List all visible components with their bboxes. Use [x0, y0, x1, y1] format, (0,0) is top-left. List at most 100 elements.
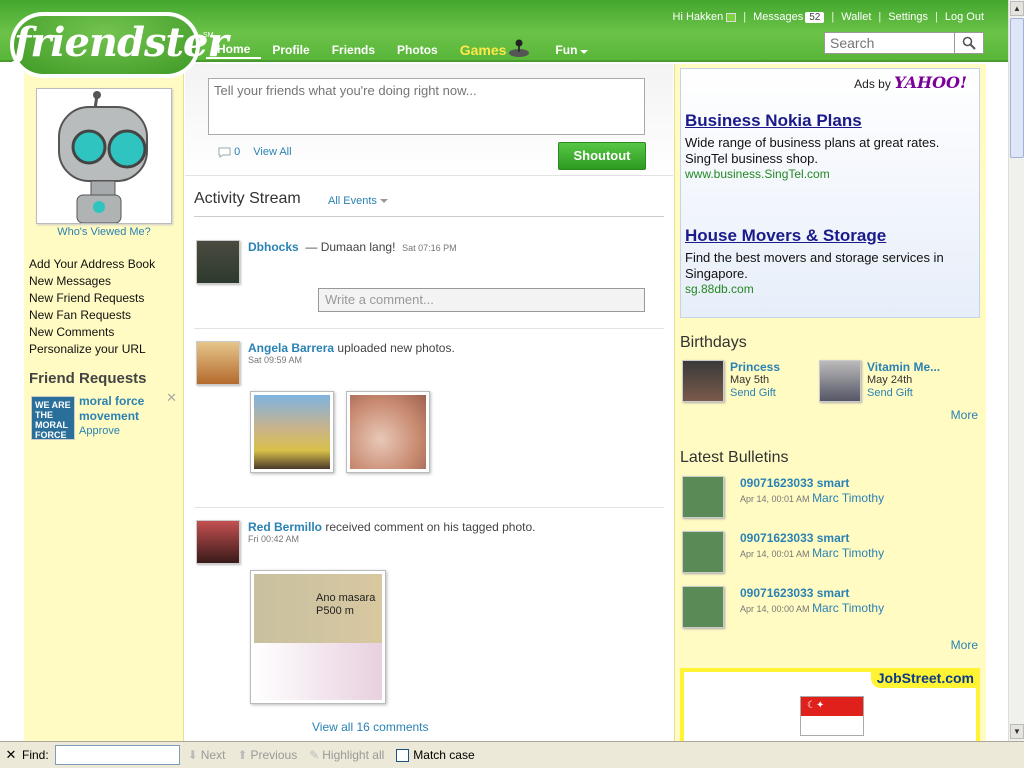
bulletin-author-link[interactable]: Marc Timothy — [812, 546, 884, 560]
bulletin-avatar[interactable] — [682, 531, 724, 573]
approve-link[interactable]: Approve — [79, 425, 120, 437]
arrow-up-icon: ⬆ — [237, 748, 248, 762]
search-input[interactable] — [824, 32, 955, 54]
ad-title[interactable]: Business Nokia Plans — [685, 111, 977, 131]
requester-avatar[interactable]: WE ARE THE MORAL FORCE — [31, 396, 75, 440]
user-thumbnail[interactable] — [196, 240, 240, 284]
messages-link[interactable]: Messages 52 — [753, 11, 825, 23]
search-button[interactable] — [955, 32, 984, 54]
activity-text: Angela Barrera uploaded new photos. — [248, 341, 658, 355]
find-previous-button[interactable]: ⬆ Previous — [237, 748, 297, 762]
shoutout-button[interactable]: Shoutout — [558, 142, 646, 170]
ad-item[interactable]: House Movers & Storage Find the best mov… — [685, 226, 977, 296]
send-gift-link[interactable]: Send Gift — [867, 387, 913, 399]
whos-viewed-me-link[interactable]: Who's Viewed Me? — [24, 226, 184, 238]
bulletin-avatar[interactable] — [682, 586, 724, 628]
ad-url[interactable]: www.business.SingTel.com — [685, 167, 977, 181]
birthday-date: May 24th — [867, 374, 913, 386]
ad-item[interactable]: Business Nokia Plans Wide range of busin… — [685, 111, 977, 181]
status-text: — Dumaan lang! — [305, 240, 396, 254]
wallet-link[interactable]: Wallet — [841, 11, 871, 23]
separator: | — [743, 11, 747, 23]
status-icon — [726, 12, 737, 22]
avatar[interactable] — [36, 88, 172, 224]
ad-url[interactable]: sg.88db.com — [685, 282, 977, 296]
highlight-all-button[interactable]: ✎ Highlight all — [309, 748, 384, 762]
bulletin-subject-link[interactable]: 09071623033 smart — [740, 586, 849, 600]
user-name-link[interactable]: Red Bermillo — [248, 520, 322, 534]
search-icon — [962, 36, 976, 50]
view-all-comments-link[interactable]: View all 16 comments — [312, 720, 429, 734]
find-input[interactable] — [54, 745, 180, 765]
find-previous-label: Previous — [250, 748, 298, 762]
user-name-link[interactable]: Angela Barrera — [248, 341, 334, 355]
bulletin-author-link[interactable]: Marc Timothy — [812, 491, 884, 505]
activity-text: Red Bermillo received comment on his tag… — [248, 520, 658, 534]
find-next-button[interactable]: ⬇ Next — [188, 748, 226, 762]
birthday-avatar[interactable] — [682, 360, 724, 402]
close-icon[interactable]: ✕ — [0, 747, 22, 763]
view-all-link[interactable]: View All — [253, 146, 291, 158]
scrollbar-thumb[interactable] — [1010, 18, 1024, 158]
bulletins-more-link[interactable]: More — [951, 638, 978, 652]
birthday-item: Princess May 5th Send Gift — [680, 360, 810, 406]
status-input[interactable] — [208, 78, 645, 135]
uploaded-photo[interactable] — [250, 391, 334, 473]
nav-friends[interactable]: Friends — [321, 43, 386, 57]
birthday-item: Vitamin Me... May 24th Send Gift — [817, 360, 947, 406]
birthday-name-link[interactable]: Princess — [730, 360, 780, 374]
bulletin-author-link[interactable]: Marc Timothy — [812, 601, 884, 615]
send-gift-link[interactable]: Send Gift — [730, 387, 776, 399]
events-filter-dropdown[interactable]: All Events — [328, 195, 388, 207]
activity-item: Dbhocks — Dumaan lang! Sat 07:16 PM Writ… — [194, 240, 664, 340]
activity-description: received comment on his tagged photo. — [325, 520, 536, 534]
activity-item: Angela Barrera uploaded new photos. Sat … — [194, 341, 664, 501]
match-case-checkbox[interactable] — [396, 749, 410, 763]
ad-title[interactable]: House Movers & Storage — [685, 226, 977, 246]
timestamp: Sat 07:16 PM — [402, 243, 457, 253]
find-next-label: Next — [200, 748, 226, 762]
requester-name[interactable]: moral force movement — [79, 394, 159, 424]
page: Hi Hakken | Messages 52 | Wallet | Settin… — [0, 0, 1008, 741]
bulletin-subject-link[interactable]: 09071623033 smart — [740, 531, 849, 545]
new-comments-link[interactable]: New Comments — [29, 324, 155, 341]
bulletins-title: Latest Bulletins — [680, 449, 789, 466]
greeting[interactable]: Hi Hakken — [673, 11, 737, 23]
new-messages-link[interactable]: New Messages — [29, 273, 155, 290]
photo-image-lower — [254, 643, 382, 700]
find-bar: ✕ Find: ⬇ Next ⬆ Previous ✎ Highlight all M… — [0, 741, 1024, 768]
bulletin-subject-link[interactable]: 09071623033 smart — [740, 476, 849, 490]
user-thumbnail[interactable] — [196, 520, 240, 564]
bulletin-time: Apr 14, 00:01 AM — [740, 549, 810, 559]
status-box: 0 View All Shoutout — [185, 64, 673, 176]
match-case-option[interactable]: Match case — [396, 748, 475, 763]
uploaded-photo[interactable] — [346, 391, 430, 473]
nav-games[interactable]: Games — [449, 42, 509, 58]
divider — [194, 216, 664, 217]
scroll-down-arrow-icon[interactable]: ▼ — [1010, 724, 1024, 739]
new-fan-requests-link[interactable]: New Fan Requests — [29, 307, 155, 324]
logout-link[interactable]: Log Out — [945, 11, 984, 23]
close-icon[interactable]: ✕ — [166, 390, 177, 406]
bulletin-avatar[interactable] — [682, 476, 724, 518]
new-friend-requests-link[interactable]: New Friend Requests — [29, 290, 155, 307]
write-comment-input[interactable]: Write a comment... — [318, 288, 645, 312]
jobstreet-ad[interactable]: JobStreet.com ☾✦ — [680, 668, 980, 741]
nav-photos[interactable]: Photos — [386, 43, 449, 57]
user-name-link[interactable]: Dbhocks — [248, 240, 299, 254]
nav-fun[interactable]: Fun — [544, 43, 599, 57]
add-address-book-link[interactable]: Add Your Address Book — [29, 256, 155, 273]
birthday-avatar[interactable] — [819, 360, 861, 402]
vertical-scrollbar[interactable]: ▲ ▼ — [1008, 0, 1024, 741]
nav-profile[interactable]: Profile — [261, 43, 320, 57]
settings-link[interactable]: Settings — [888, 11, 928, 23]
birthday-name-link[interactable]: Vitamin Me... — [867, 360, 940, 374]
personalize-url-link[interactable]: Personalize your URL — [29, 341, 155, 358]
scroll-up-arrow-icon[interactable]: ▲ — [1010, 1, 1024, 16]
bulletin-time: Apr 14, 00:00 AM — [740, 604, 810, 614]
nav-fun-label: Fun — [555, 43, 578, 57]
tagged-photo[interactable]: Ano masara P500 m — [250, 570, 386, 704]
user-thumbnail[interactable] — [196, 341, 240, 385]
friendster-logo[interactable]: friendster — [10, 12, 229, 78]
birthdays-more-link[interactable]: More — [951, 408, 978, 422]
